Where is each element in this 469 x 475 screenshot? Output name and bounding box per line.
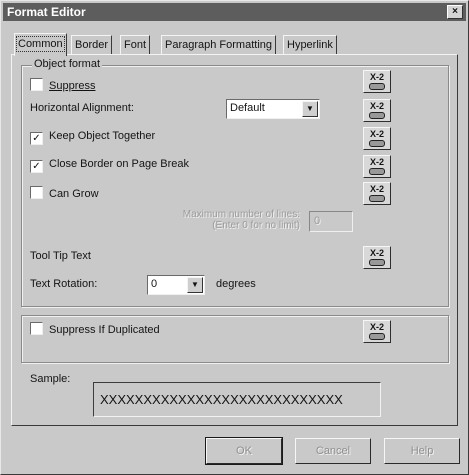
ok-button[interactable]: OK — [205, 437, 283, 465]
suppress-duplicated-label: Suppress If Duplicated — [49, 324, 160, 336]
can-grow-checkbox[interactable]: Can Grow — [30, 186, 99, 200]
formula-pencil-icon — [369, 83, 385, 90]
formula-x2-label: X-2 — [369, 248, 384, 258]
degrees-label: degrees — [216, 278, 256, 290]
formula-button-suppress-duplicated[interactable]: X-2 — [363, 320, 391, 343]
suppress-checkbox[interactable]: Suppress — [30, 78, 95, 92]
text-rotation-label: Text Rotation: — [30, 278, 97, 290]
text-rotation-value: 0 — [151, 278, 158, 290]
chevron-down-icon[interactable]: ▼ — [302, 101, 318, 117]
formula-x2-label: X-2 — [369, 322, 384, 332]
close-border-label: Close Border on Page Break — [49, 158, 190, 170]
formula-button-keep-together[interactable]: X-2 — [363, 127, 391, 150]
max-lines-value: 0 — [314, 215, 321, 227]
tab-hyperlink[interactable]: Hyperlink — [283, 35, 337, 54]
formula-x2-label: X-2 — [369, 129, 384, 139]
horizontal-alignment-text: Horizontal Alignment: — [30, 102, 134, 114]
close-button[interactable]: × — [447, 5, 463, 19]
tab-border-label: Border — [75, 39, 109, 51]
tab-font[interactable]: Font — [120, 35, 151, 54]
tab-common-label: Common — [16, 36, 65, 52]
max-lines-label-line2: (Enter 0 for no limit) — [212, 220, 300, 231]
tab-font-label: Font — [124, 39, 147, 51]
horizontal-alignment-label: Horizontal Alignment: — [30, 102, 134, 114]
text-rotation-text: Text Rotation: — [30, 278, 98, 290]
sample-label: Sample: — [30, 373, 70, 385]
formula-x2-label: X-2 — [369, 101, 384, 111]
can-grow-label: Can Grow — [49, 188, 99, 200]
horizontal-alignment-value: Default — [230, 102, 265, 114]
degrees-text: degrees — [216, 278, 256, 290]
tab-border[interactable]: Border — [71, 35, 113, 54]
formula-button-alignment[interactable]: X-2 — [363, 99, 391, 122]
tooltip-text: Tool Tip Text — [30, 250, 91, 262]
formula-pencil-icon — [369, 140, 385, 147]
can-grow-checkbox-box[interactable] — [30, 186, 43, 199]
format-editor-dialog: Format Editor × Common Border Font Parag… — [0, 0, 469, 475]
formula-button-can-grow[interactable]: X-2 — [363, 182, 391, 205]
sample-text: XXXXXXXXXXXXXXXXXXXXXXXXXXXX — [100, 392, 343, 407]
object-format-label: Object format — [32, 58, 103, 70]
suppress-duplicated-checkbox-box[interactable] — [30, 322, 43, 335]
chevron-down-icon[interactable]: ▼ — [187, 277, 203, 293]
text-rotation-select[interactable]: 0 ▼ — [147, 275, 205, 295]
close-border-checkbox[interactable]: ✓ Close Border on Page Break — [30, 158, 189, 173]
max-lines-label-line1: Maximum number of lines: — [182, 209, 300, 220]
horizontal-alignment-select[interactable]: Default ▼ — [226, 99, 320, 119]
formula-pencil-icon — [369, 259, 385, 266]
common-tab-panel: Object format Suppress Horizontal Alignm… — [11, 54, 458, 426]
keep-together-checkbox-box[interactable]: ✓ — [30, 132, 43, 145]
keep-together-label: Keep Object Together — [49, 130, 156, 142]
suppress-label: Suppress — [49, 80, 96, 92]
tab-paragraph-formatting-label: Paragraph Formatting — [165, 39, 272, 51]
formula-pencil-icon — [369, 195, 385, 202]
cancel-button[interactable]: Cancel — [295, 438, 371, 464]
tab-paragraph-formatting[interactable]: Paragraph Formatting — [161, 35, 276, 54]
formula-button-tooltip[interactable]: X-2 — [363, 246, 391, 269]
sample-label-text: Sample: — [30, 373, 71, 385]
title-bar[interactable]: Format Editor × — [3, 3, 466, 21]
formula-button-close-border[interactable]: X-2 — [363, 155, 391, 178]
formula-pencil-icon — [369, 168, 385, 175]
formula-x2-label: X-2 — [369, 157, 384, 167]
tab-hyperlink-label: Hyperlink — [287, 39, 333, 51]
formula-x2-label: X-2 — [369, 184, 384, 194]
sample-preview: XXXXXXXXXXXXXXXXXXXXXXXXXXXX — [93, 382, 381, 417]
formula-pencil-icon — [369, 333, 385, 340]
window-title: Format Editor — [7, 5, 86, 19]
max-lines-label: Maximum number of lines: (Enter 0 for no… — [160, 209, 300, 231]
close-border-checkbox-box[interactable]: ✓ — [30, 160, 43, 173]
formula-pencil-icon — [369, 112, 385, 119]
suppress-duplicated-checkbox[interactable]: Suppress If Duplicated — [30, 322, 160, 336]
help-button[interactable]: Help — [384, 438, 460, 464]
keep-together-checkbox[interactable]: ✓ Keep Object Together — [30, 130, 155, 145]
suppress-checkbox-box[interactable] — [30, 78, 43, 91]
formula-x2-label: X-2 — [369, 72, 384, 82]
tooltip-text-label: Tool Tip Text — [30, 250, 91, 262]
tab-common[interactable]: Common — [14, 33, 67, 56]
max-lines-input[interactable]: 0 — [309, 211, 353, 232]
formula-button-suppress[interactable]: X-2 — [363, 70, 391, 93]
